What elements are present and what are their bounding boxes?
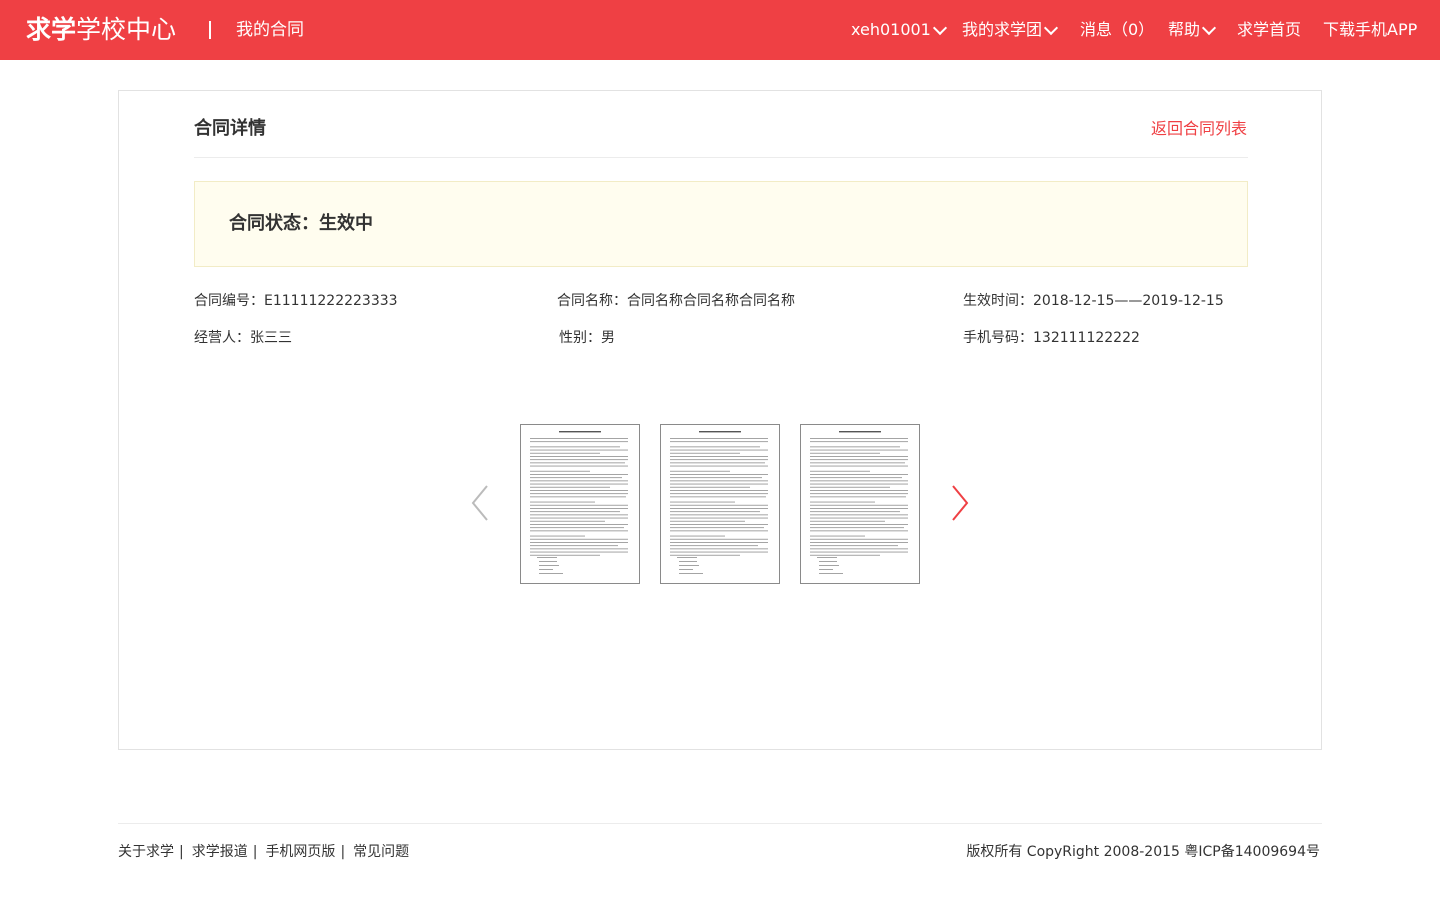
chevron-down-icon bbox=[932, 20, 947, 36]
header-divider bbox=[209, 21, 211, 39]
footer-divider bbox=[118, 823, 1322, 824]
nav-download-app[interactable]: 下载手机APP bbox=[1323, 16, 1417, 44]
gender: 性别：男 bbox=[559, 330, 615, 346]
nav-help[interactable]: 帮助 bbox=[1168, 16, 1217, 44]
logo-brand-text: 求学 bbox=[26, 15, 77, 44]
chevron-right-icon bbox=[952, 485, 969, 521]
contract-page-thumbnail[interactable] bbox=[660, 424, 780, 584]
footer-separator: | bbox=[179, 844, 184, 860]
document-page-icon bbox=[670, 431, 768, 574]
back-to-contract-list-link[interactable]: 返回合同列表 bbox=[1151, 117, 1247, 141]
chevron-down-icon bbox=[1201, 20, 1217, 36]
effective-period: 生效时间：2018-12-15——2019-12-15 bbox=[963, 293, 1224, 309]
nav-user-label: xeh01001 bbox=[851, 20, 931, 39]
phone-number: 手机号码：132111122222 bbox=[963, 330, 1140, 346]
top-header: 求学学校中心 我的合同 xeh01001 我的求学团 消息（0） 帮助 求学首页… bbox=[0, 0, 1440, 60]
document-page-icon bbox=[530, 431, 628, 574]
contract-number: 合同编号：E11111222223333 bbox=[194, 293, 398, 309]
carousel-next-button[interactable] bbox=[947, 483, 971, 523]
nav-messages-label: 消息（0） bbox=[1080, 20, 1155, 39]
contract-name: 合同名称：合同名称合同名称合同名称 bbox=[557, 293, 795, 309]
footer-link-mobile[interactable]: 手机网页版 bbox=[265, 842, 335, 862]
chevron-left-icon bbox=[471, 485, 488, 521]
status-box: 合同状态：生效中 bbox=[194, 181, 1248, 267]
contract-status: 合同状态：生效中 bbox=[229, 213, 373, 234]
nav-home[interactable]: 求学首页 bbox=[1237, 16, 1301, 44]
footer-link-news[interactable]: 求学报道 bbox=[192, 842, 248, 862]
nav-my-group-label: 我的求学团 bbox=[962, 20, 1043, 39]
nav-help-label: 帮助 bbox=[1168, 20, 1201, 39]
site-logo[interactable]: 求学学校中心 bbox=[26, 12, 176, 48]
panel-title: 合同详情 bbox=[194, 118, 266, 139]
contract-detail-panel: 合同详情 返回合同列表 合同状态：生效中 合同编号：E1111122222333… bbox=[118, 90, 1322, 750]
footer-links: 关于求学 | 求学报道 | 手机网页版 | 常见问题 bbox=[118, 842, 409, 862]
document-page-icon bbox=[810, 431, 908, 574]
page-name: 我的合同 bbox=[236, 20, 304, 40]
nav-home-label: 求学首页 bbox=[1237, 20, 1302, 39]
operator-name: 经营人：张三三 bbox=[194, 330, 292, 346]
contract-page-thumbnail[interactable] bbox=[520, 424, 640, 584]
footer-separator: | bbox=[340, 844, 346, 860]
chevron-down-icon bbox=[1043, 20, 1059, 36]
nav-messages[interactable]: 消息（0） bbox=[1080, 16, 1154, 44]
footer-link-faq[interactable]: 常见问题 bbox=[353, 842, 409, 862]
footer-separator: | bbox=[252, 844, 258, 860]
contract-page-thumbnail[interactable] bbox=[800, 424, 920, 584]
nav-my-group[interactable]: 我的求学团 bbox=[962, 16, 1059, 44]
title-divider bbox=[194, 157, 1248, 158]
copyright: 版权所有 CopyRight 2008-2015 粤ICP备14009694号 bbox=[966, 844, 1320, 860]
logo-section-text: 学校中心 bbox=[76, 15, 177, 44]
carousel-prev-button[interactable] bbox=[469, 483, 493, 523]
nav-user-menu[interactable]: xeh01001 bbox=[851, 16, 947, 44]
nav-download-app-label: 下载手机APP bbox=[1323, 20, 1418, 39]
footer-link-about[interactable]: 关于求学 bbox=[118, 842, 174, 862]
